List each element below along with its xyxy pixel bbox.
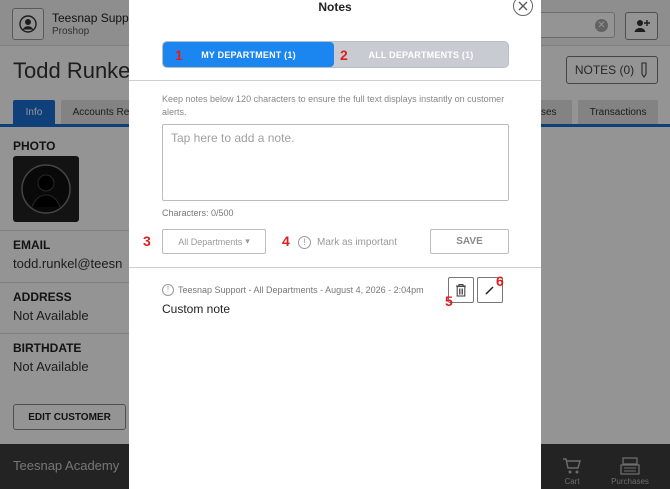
- pencil-icon: [485, 286, 494, 295]
- department-select[interactable]: All Departments ▾: [162, 229, 266, 254]
- notes-modal: Notes MY DEPARTMENT (1) ALL DEPARTMENTS …: [129, 0, 541, 489]
- alert-icon: !: [162, 284, 174, 296]
- trash-icon: [456, 283, 466, 297]
- department-segmented-control: MY DEPARTMENT (1) ALL DEPARTMENTS (1): [162, 41, 509, 68]
- mark-important-toggle[interactable]: ! Mark as important: [298, 233, 397, 251]
- note-meta: ! Teesnap Support - All Departments - Au…: [162, 284, 424, 296]
- department-select-value: All Departments: [178, 236, 243, 247]
- callout-3: 3: [143, 233, 151, 249]
- caret-down-icon: ▾: [245, 236, 250, 246]
- note-length-hint: Keep notes below 120 characters to ensur…: [162, 94, 505, 117]
- note-meta-text: Teesnap Support - All Departments - Augu…: [178, 285, 424, 295]
- note-text: Custom note: [162, 302, 231, 316]
- tab-all-departments[interactable]: ALL DEPARTMENTS (1): [334, 42, 508, 67]
- mark-important-label: Mark as important: [317, 236, 398, 248]
- callout-1: 1: [175, 47, 183, 63]
- character-count: Characters: 0/500: [162, 208, 234, 218]
- close-icon: [518, 1, 528, 11]
- divider: [129, 80, 541, 81]
- callout-6: 6: [496, 273, 504, 289]
- callout-4: 4: [282, 233, 290, 249]
- modal-title: Notes: [318, 0, 352, 14]
- alert-icon: !: [298, 235, 311, 249]
- save-button[interactable]: SAVE: [430, 229, 509, 254]
- callout-2: 2: [340, 47, 348, 63]
- note-input[interactable]: [162, 124, 509, 201]
- callout-5: 5: [445, 293, 453, 309]
- divider: [129, 267, 541, 268]
- tab-my-department[interactable]: MY DEPARTMENT (1): [163, 42, 334, 67]
